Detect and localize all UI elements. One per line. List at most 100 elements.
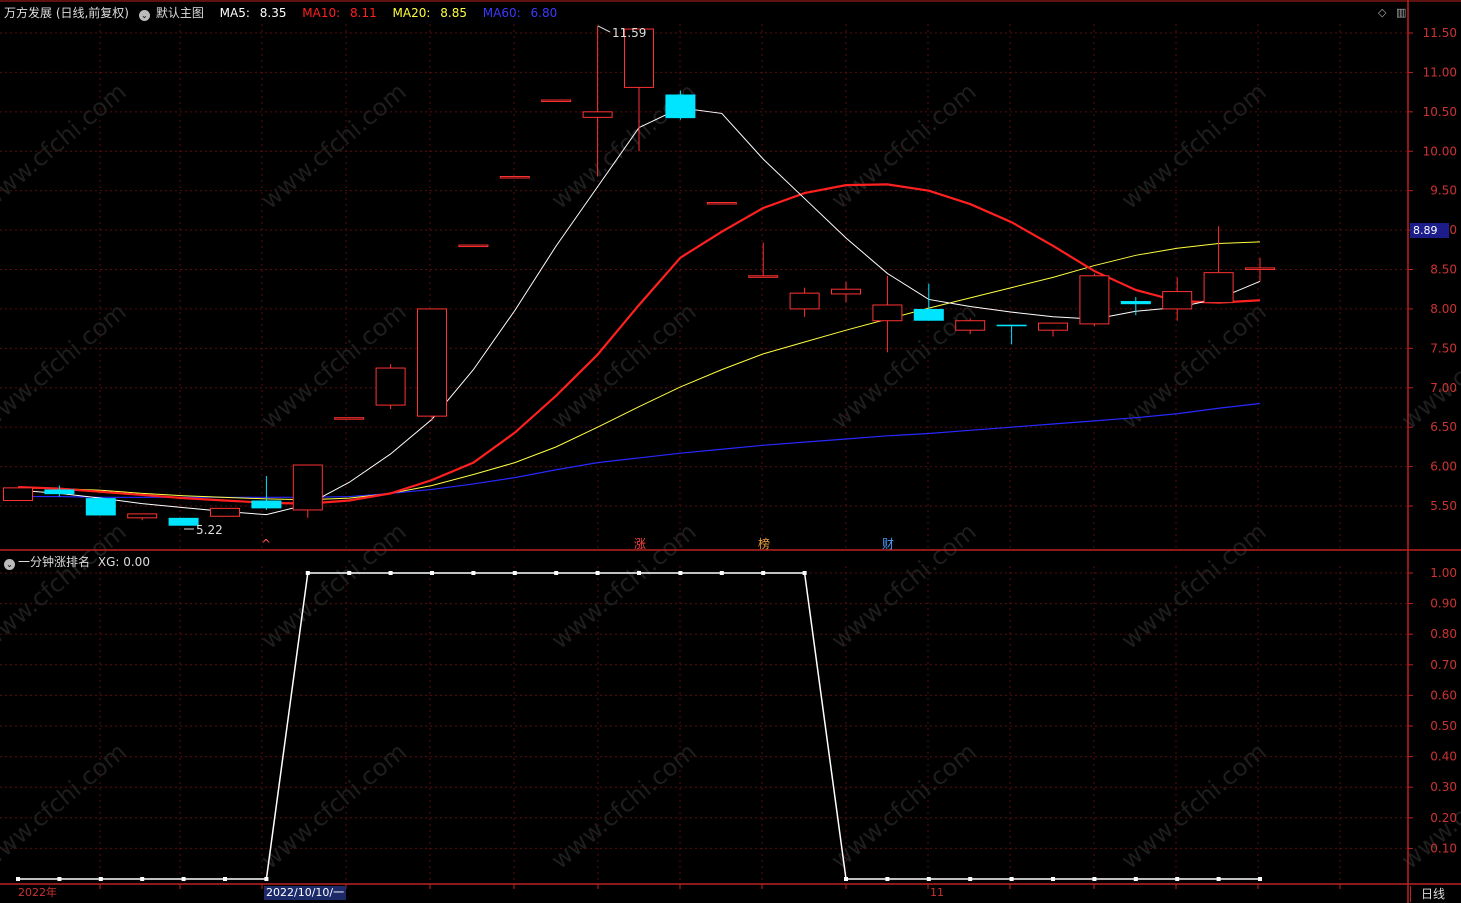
indicator-point[interactable]: [57, 877, 62, 881]
candle[interactable]: [168, 517, 199, 526]
indicator-point[interactable]: [554, 571, 559, 575]
candle-body: [748, 275, 779, 278]
indicator-point[interactable]: [223, 877, 227, 881]
event-cai-marker[interactable]: 财: [882, 537, 894, 551]
candle[interactable]: [1203, 226, 1234, 304]
indicator-point[interactable]: [885, 877, 890, 881]
indicator-point[interactable]: [1092, 877, 1097, 881]
candle[interactable]: [831, 281, 861, 303]
candle-body: [665, 94, 696, 119]
chevron-down-icon[interactable]: ⌄: [4, 559, 15, 570]
candle[interactable]: [417, 308, 447, 421]
stock-title[interactable]: 万方发展 (日线,前复权): [4, 6, 129, 20]
event-up-marker[interactable]: ^: [261, 537, 271, 551]
y-tick-label: 9.50: [1430, 184, 1457, 198]
candle[interactable]: [913, 283, 944, 321]
candle[interactable]: [499, 175, 530, 179]
candle[interactable]: [748, 242, 779, 278]
indicator-point[interactable]: [1258, 877, 1262, 881]
watermark-text: www.cfchi.com: [1116, 737, 1272, 874]
watermark-text: www.cfchi.com: [1116, 297, 1272, 434]
candle-body: [1120, 301, 1151, 305]
indicator-point[interactable]: [719, 571, 724, 575]
candle-body: [458, 244, 489, 248]
indicator-point[interactable]: [512, 571, 517, 575]
indicator-point[interactable]: [471, 571, 476, 575]
indicator-point[interactable]: [761, 571, 766, 575]
current-price-badge: 8.89: [1410, 223, 1449, 238]
indicator-point[interactable]: [1175, 877, 1180, 881]
candle[interactable]: [789, 287, 820, 317]
indicator-point[interactable]: [844, 877, 848, 881]
event-zhang-marker[interactable]: 涨: [634, 536, 646, 551]
candle[interactable]: [1038, 322, 1068, 337]
candle-body: [85, 498, 116, 516]
candle-body: [1038, 322, 1068, 331]
xg-readout: XG: 0.00: [97, 555, 150, 569]
candle[interactable]: [458, 244, 489, 248]
panel-toggle-icon[interactable]: ▥: [1396, 6, 1406, 19]
y-tick-label: 0.20: [1430, 811, 1457, 825]
indicator-point[interactable]: [16, 877, 20, 881]
chevron-down-icon: ⌄: [138, 10, 150, 21]
candle[interactable]: [872, 275, 903, 353]
indicator-point[interactable]: [1133, 877, 1138, 881]
ma20-readout: MA20: 8.85: [392, 6, 467, 20]
y-tick-label: 11.50: [1423, 26, 1457, 40]
y-tick-label: 6.00: [1430, 460, 1457, 474]
indicator-point[interactable]: [1216, 877, 1221, 881]
candle[interactable]: [996, 324, 1027, 345]
diamond-icon[interactable]: ◇: [1378, 6, 1386, 19]
indicator-point[interactable]: [637, 571, 641, 575]
candle[interactable]: [665, 90, 696, 120]
indicator-point[interactable]: [140, 877, 145, 881]
y-tick-label: 7.00: [1430, 381, 1457, 395]
period-selector[interactable]: 日线: [1410, 886, 1461, 902]
indicator-point[interactable]: [1009, 877, 1014, 881]
event-bang-marker[interactable]: 榜: [758, 536, 770, 551]
candle[interactable]: [292, 464, 323, 518]
indicator-point[interactable]: [678, 571, 683, 575]
watermark-text: www.cfchi.com: [826, 737, 982, 874]
candle[interactable]: [334, 417, 365, 420]
indicator-point[interactable]: [98, 877, 103, 881]
candle-body: [292, 464, 323, 511]
candle-body: [44, 489, 75, 495]
candle-body: [334, 417, 365, 420]
candle[interactable]: [1079, 273, 1110, 327]
indicator-point[interactable]: [595, 571, 600, 575]
ma5-readout: MA5: 8.35: [219, 6, 287, 20]
candle[interactable]: [3, 487, 33, 501]
y-tick-label: 0.50: [1430, 719, 1457, 733]
chart-canvas[interactable]: www.cfchi.com www.cfchi.com www.cfchi.com w…: [0, 0, 1461, 903]
indicator-name[interactable]: 一分钟涨排名: [18, 555, 90, 569]
indicator-point[interactable]: [430, 571, 434, 575]
watermark-text: www.cfchi.com: [1116, 517, 1272, 654]
candle-body: [251, 500, 282, 509]
low-price-label: 5.22: [196, 523, 223, 537]
candle[interactable]: [1162, 277, 1193, 321]
indicator-point[interactable]: [926, 877, 931, 881]
candlestick-series[interactable]: [3, 25, 1275, 526]
candle[interactable]: [375, 364, 406, 410]
main-chart-selector[interactable]: ⌄ 默认主图: [138, 6, 210, 21]
candle[interactable]: [1120, 297, 1151, 316]
candle[interactable]: [210, 507, 240, 517]
indicator-point[interactable]: [264, 877, 269, 881]
candle[interactable]: [127, 513, 158, 521]
candle-body: [417, 308, 447, 417]
candle-body: [706, 201, 737, 205]
candle[interactable]: [85, 498, 116, 516]
y-tick-label: 0.70: [1430, 658, 1457, 672]
indicator-point[interactable]: [1051, 877, 1055, 881]
candle[interactable]: [251, 476, 282, 510]
candle[interactable]: [1245, 257, 1275, 282]
indicator-point[interactable]: [181, 877, 186, 881]
indicator-point[interactable]: [802, 571, 807, 575]
indicator-point[interactable]: [388, 571, 393, 575]
indicator-point[interactable]: [347, 571, 352, 575]
indicator-point[interactable]: [968, 877, 973, 881]
candle[interactable]: [541, 99, 572, 103]
indicator-point[interactable]: [305, 571, 310, 575]
candle[interactable]: [706, 201, 737, 205]
